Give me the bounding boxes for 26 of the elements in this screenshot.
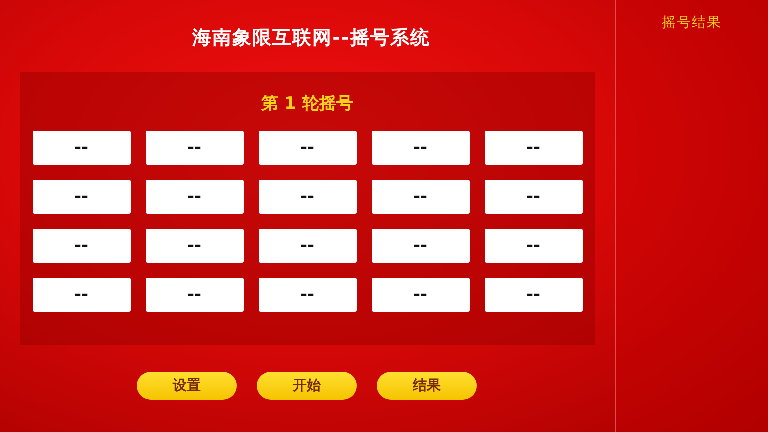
result-slot: --	[372, 278, 470, 312]
result-slot: --	[258, 229, 356, 263]
result-slot: --	[484, 131, 582, 165]
result-slot: --	[146, 229, 244, 263]
round-title: 第 1 轮摇号	[262, 93, 354, 116]
result-slot: --	[146, 131, 244, 165]
result-slot: --	[258, 278, 356, 312]
app-title: 海南象限互联网--摇号系统	[192, 26, 430, 51]
result-slot: --	[32, 278, 130, 312]
result-slot: --	[484, 229, 582, 263]
result-slot: --	[146, 278, 244, 312]
result-slot: --	[372, 131, 470, 165]
action-button[interactable]: 开始	[257, 372, 357, 400]
result-slot: --	[258, 180, 356, 214]
result-slot: --	[372, 180, 470, 214]
action-button[interactable]: 结果	[377, 372, 477, 400]
result-slot: --	[484, 278, 582, 312]
result-slot: --	[146, 180, 244, 214]
results-title: 摇号结果	[662, 14, 722, 33]
result-slot: --	[32, 180, 130, 214]
result-slot: --	[32, 131, 130, 165]
result-slot: --	[32, 229, 130, 263]
action-button[interactable]: 设置	[137, 372, 237, 400]
result-slot: --	[372, 229, 470, 263]
result-slot: --	[258, 131, 356, 165]
result-slot: --	[484, 180, 582, 214]
